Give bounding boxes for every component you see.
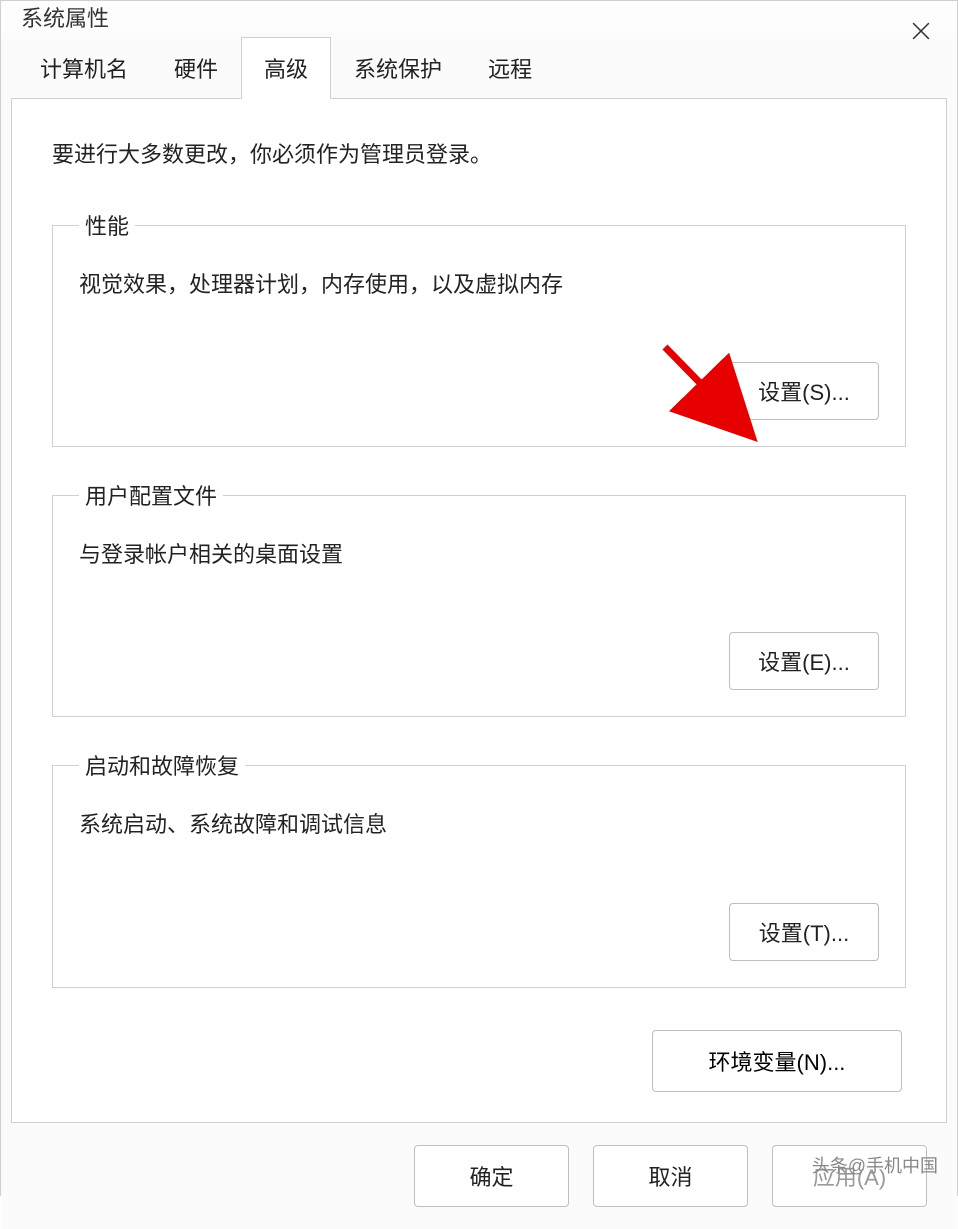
close-icon <box>912 22 930 40</box>
tab-hardware[interactable]: 硬件 <box>151 37 241 99</box>
startup-recovery-group: 启动和故障恢复 系统启动、系统故障和调试信息 设置(T)... <box>52 749 906 987</box>
admin-notice: 要进行大多数更改，你必须作为管理员登录。 <box>52 137 906 169</box>
startup-recovery-legend: 启动和故障恢复 <box>79 749 245 781</box>
close-button[interactable] <box>903 13 939 49</box>
performance-settings-button[interactable]: 设置(S)... <box>729 362 879 420</box>
performance-desc: 视觉效果，处理器计划，内存使用，以及虚拟内存 <box>79 267 879 302</box>
user-profiles-desc: 与登录帐户相关的桌面设置 <box>79 537 879 572</box>
user-profiles-group: 用户配置文件 与登录帐户相关的桌面设置 设置(E)... <box>52 479 906 717</box>
tabs: 计算机名 硬件 高级 系统保护 远程 <box>17 37 947 99</box>
user-profiles-settings-button[interactable]: 设置(E)... <box>729 632 879 690</box>
tab-computer-name[interactable]: 计算机名 <box>17 37 151 99</box>
user-profiles-legend: 用户配置文件 <box>79 479 223 511</box>
tab-advanced[interactable]: 高级 <box>241 37 331 99</box>
startup-recovery-settings-button[interactable]: 设置(T)... <box>729 903 879 961</box>
ok-button[interactable]: 确定 <box>414 1145 569 1207</box>
window-title: 系统属性 <box>21 1 109 33</box>
tab-remote[interactable]: 远程 <box>465 37 555 99</box>
tab-system-protection[interactable]: 系统保护 <box>331 37 465 99</box>
apply-button[interactable]: 应用(A) <box>772 1145 927 1207</box>
advanced-panel: 要进行大多数更改，你必须作为管理员登录。 性能 视觉效果，处理器计划，内存使用，… <box>11 98 947 1123</box>
dialog-footer: 确定 取消 应用(A) <box>1 1123 957 1229</box>
content-area: 计算机名 硬件 高级 系统保护 远程 要进行大多数更改，你必须作为管理员登录。 … <box>1 33 957 1123</box>
environment-variables-button[interactable]: 环境变量(N)... <box>652 1030 902 1092</box>
system-properties-window: 系统属性 计算机名 硬件 高级 系统保护 远程 要进行大多数更改，你必须作为管理… <box>0 0 958 1196</box>
performance-group: 性能 视觉效果，处理器计划，内存使用，以及虚拟内存 设置(S)... <box>52 209 906 447</box>
titlebar: 系统属性 <box>1 1 957 33</box>
cancel-button[interactable]: 取消 <box>593 1145 748 1207</box>
performance-legend: 性能 <box>79 209 135 241</box>
startup-recovery-desc: 系统启动、系统故障和调试信息 <box>79 807 879 842</box>
